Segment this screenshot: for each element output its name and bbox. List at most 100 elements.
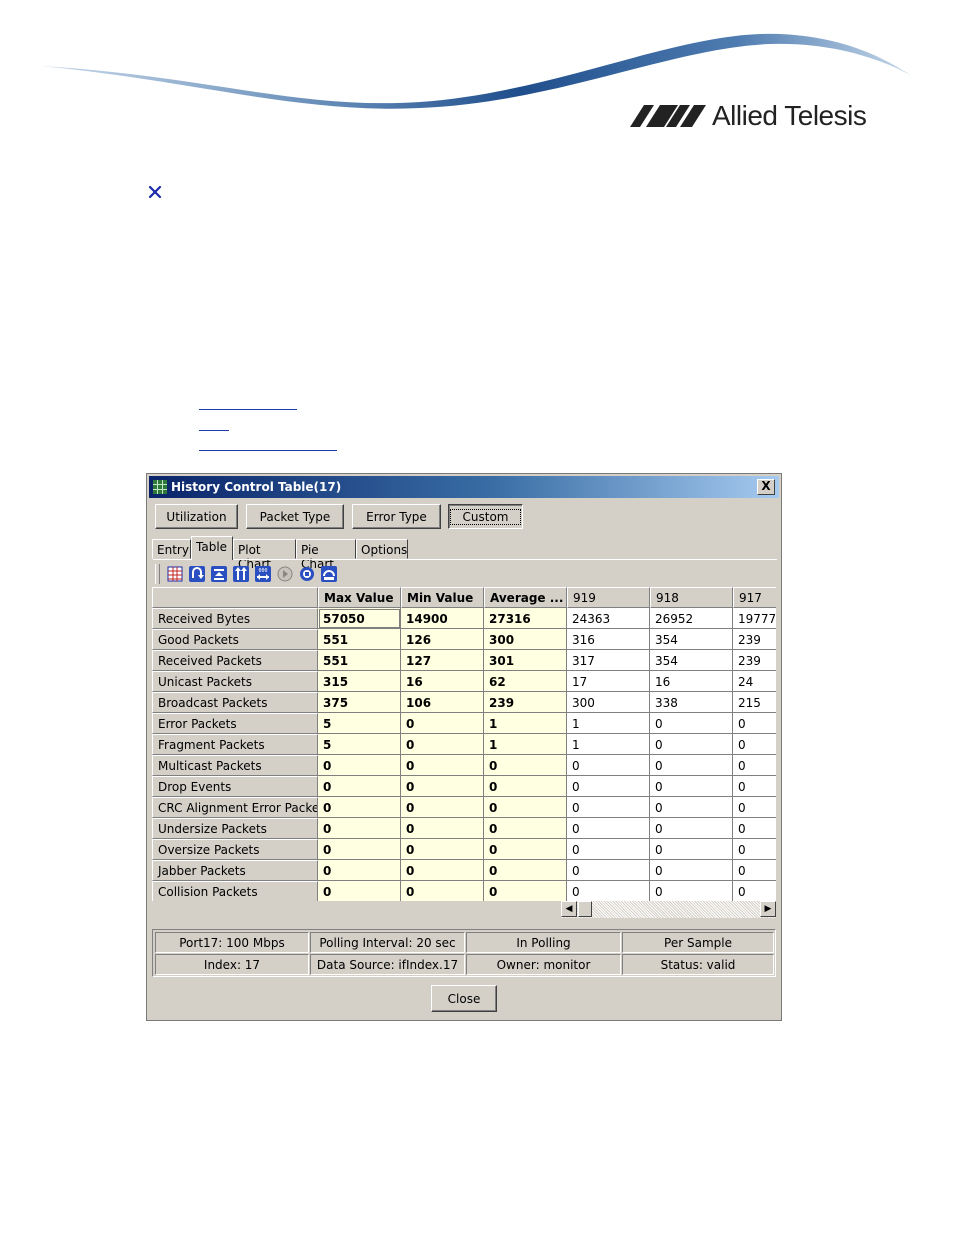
sample-cell[interactable]: 0 — [567, 755, 650, 776]
scroll-right-icon[interactable]: ▶ — [760, 901, 776, 917]
custom-button[interactable]: Custom — [448, 504, 523, 529]
sample-cell[interactable]: 0 — [650, 734, 733, 755]
sample-cell[interactable]: 0 — [567, 818, 650, 839]
sample-cell[interactable]: 0 — [733, 755, 776, 776]
stat-cell[interactable]: 239 — [484, 692, 567, 713]
stat-cell[interactable]: 1 — [484, 734, 567, 755]
table-row[interactable]: Multicast Packets 0 0 0 0 0 0 — [152, 755, 776, 776]
sample-cell[interactable]: 0 — [567, 776, 650, 797]
row-header[interactable]: Good Packets — [152, 629, 318, 650]
stat-cell[interactable]: 0 — [401, 755, 484, 776]
stat-cell[interactable]: 0 — [401, 881, 484, 901]
stat-cell[interactable]: 551 — [318, 629, 401, 650]
row-header[interactable]: Fragment Packets — [152, 734, 318, 755]
sample-cell[interactable]: 0 — [650, 881, 733, 901]
horizontal-scrollbar[interactable]: ◀ ▶ — [561, 901, 776, 918]
row-header[interactable]: Error Packets — [152, 713, 318, 734]
sample-cell[interactable]: 0 — [567, 881, 650, 901]
sample-cell[interactable]: 1 — [567, 734, 650, 755]
table-row[interactable]: Oversize Packets 0 0 0 0 0 0 — [152, 839, 776, 860]
stat-cell[interactable]: 0 — [318, 881, 401, 901]
stat-cell[interactable]: 0 — [401, 839, 484, 860]
stat-cell[interactable]: 301 — [484, 650, 567, 671]
link-underline-2[interactable] — [199, 430, 229, 431]
scroll-thumb[interactable] — [578, 901, 592, 917]
table-row[interactable]: Fragment Packets 5 0 1 1 0 0 — [152, 734, 776, 755]
stat-cell[interactable]: 127 — [401, 650, 484, 671]
row-header[interactable]: Collision Packets — [152, 881, 318, 901]
table-icon[interactable] — [164, 563, 186, 585]
row-header[interactable]: Multicast Packets — [152, 755, 318, 776]
sample-cell[interactable]: 239 — [733, 650, 776, 671]
row-header[interactable]: Oversize Packets — [152, 839, 318, 860]
stat-cell[interactable]: 1 — [484, 713, 567, 734]
tab-entry[interactable]: Entry — [152, 539, 191, 559]
sample-cell[interactable]: 0 — [567, 860, 650, 881]
stat-cell[interactable]: 315 — [318, 671, 401, 692]
column-header-sample[interactable]: 918 — [650, 587, 733, 608]
stat-cell[interactable]: 57050 — [318, 608, 401, 629]
column-header-sample[interactable]: 917 — [733, 587, 776, 608]
stat-cell[interactable]: 551 — [318, 650, 401, 671]
sample-cell[interactable]: 0 — [733, 713, 776, 734]
sample-cell[interactable]: 24 — [733, 671, 776, 692]
sample-cell[interactable]: 0 — [733, 860, 776, 881]
sample-cell[interactable]: 0 — [650, 755, 733, 776]
sample-cell[interactable]: 316 — [567, 629, 650, 650]
sample-cell[interactable]: 317 — [567, 650, 650, 671]
sample-cell[interactable]: 0 — [650, 713, 733, 734]
tab-options[interactable]: Options — [356, 539, 408, 559]
row-header[interactable]: Received Bytes — [152, 608, 318, 629]
sample-cell[interactable]: 0 — [650, 839, 733, 860]
column-header-max[interactable]: Max Value — [318, 587, 401, 608]
sample-cell[interactable]: 0 — [733, 734, 776, 755]
column-header-sample[interactable]: 919 — [567, 587, 650, 608]
sample-cell[interactable]: 0 — [733, 881, 776, 901]
move-top-icon[interactable] — [208, 563, 230, 585]
table-row[interactable]: Received Packets 551 127 301 317 354 239 — [152, 650, 776, 671]
sample-cell[interactable]: 0 — [733, 839, 776, 860]
stat-cell[interactable]: 0 — [484, 818, 567, 839]
stat-cell[interactable]: 27316 — [484, 608, 567, 629]
stat-cell[interactable]: 16 — [401, 671, 484, 692]
table-row[interactable]: Good Packets 551 126 300 316 354 239 — [152, 629, 776, 650]
table-row[interactable]: CRC Alignment Error Packets 0 0 0 0 0 0 — [152, 797, 776, 818]
stat-cell[interactable]: 0 — [318, 839, 401, 860]
stat-cell[interactable]: 0 — [318, 755, 401, 776]
stat-cell[interactable]: 0 — [318, 797, 401, 818]
link-underline-3[interactable] — [199, 450, 337, 451]
stop-icon[interactable] — [296, 563, 318, 585]
sample-cell[interactable]: 215 — [733, 692, 776, 713]
sample-cell[interactable]: 0 — [650, 860, 733, 881]
stat-cell[interactable]: 0 — [484, 839, 567, 860]
sample-cell[interactable]: 19777 — [733, 608, 776, 629]
sample-cell[interactable]: 0 — [733, 776, 776, 797]
stat-cell[interactable]: 0 — [401, 818, 484, 839]
counter-icon[interactable]: 000 — [252, 563, 274, 585]
stat-cell[interactable]: 126 — [401, 629, 484, 650]
sample-cell[interactable]: 0 — [567, 797, 650, 818]
title-bar[interactable]: History Control Table(17) X — [149, 476, 779, 498]
stat-cell[interactable]: 0 — [401, 776, 484, 797]
table-row[interactable]: Broadcast Packets 375 106 239 300 338 215 — [152, 692, 776, 713]
sample-cell[interactable]: 24363 — [567, 608, 650, 629]
stat-cell[interactable]: 14900 — [401, 608, 484, 629]
close-button[interactable]: Close — [431, 985, 497, 1012]
sample-cell[interactable]: 0 — [733, 818, 776, 839]
table-row[interactable]: Collision Packets 0 0 0 0 0 0 — [152, 881, 776, 901]
stat-cell[interactable]: 5 — [318, 734, 401, 755]
refresh-icon[interactable] — [186, 563, 208, 585]
stat-cell[interactable]: 0 — [401, 860, 484, 881]
window-close-button[interactable]: X — [757, 479, 775, 495]
stat-cell[interactable]: 0 — [401, 797, 484, 818]
play-icon[interactable] — [274, 563, 296, 585]
table-row[interactable]: Received Bytes 57050 14900 27316 24363 26952 1… — [152, 608, 776, 629]
stat-cell[interactable]: 0 — [484, 797, 567, 818]
sample-cell[interactable]: 354 — [650, 629, 733, 650]
row-header[interactable]: Received Packets — [152, 650, 318, 671]
sample-cell[interactable]: 0 — [733, 797, 776, 818]
export-icon[interactable] — [318, 563, 340, 585]
sample-cell[interactable]: 0 — [567, 839, 650, 860]
sample-cell[interactable]: 0 — [650, 818, 733, 839]
table-row[interactable]: Unicast Packets 315 16 62 17 16 24 — [152, 671, 776, 692]
